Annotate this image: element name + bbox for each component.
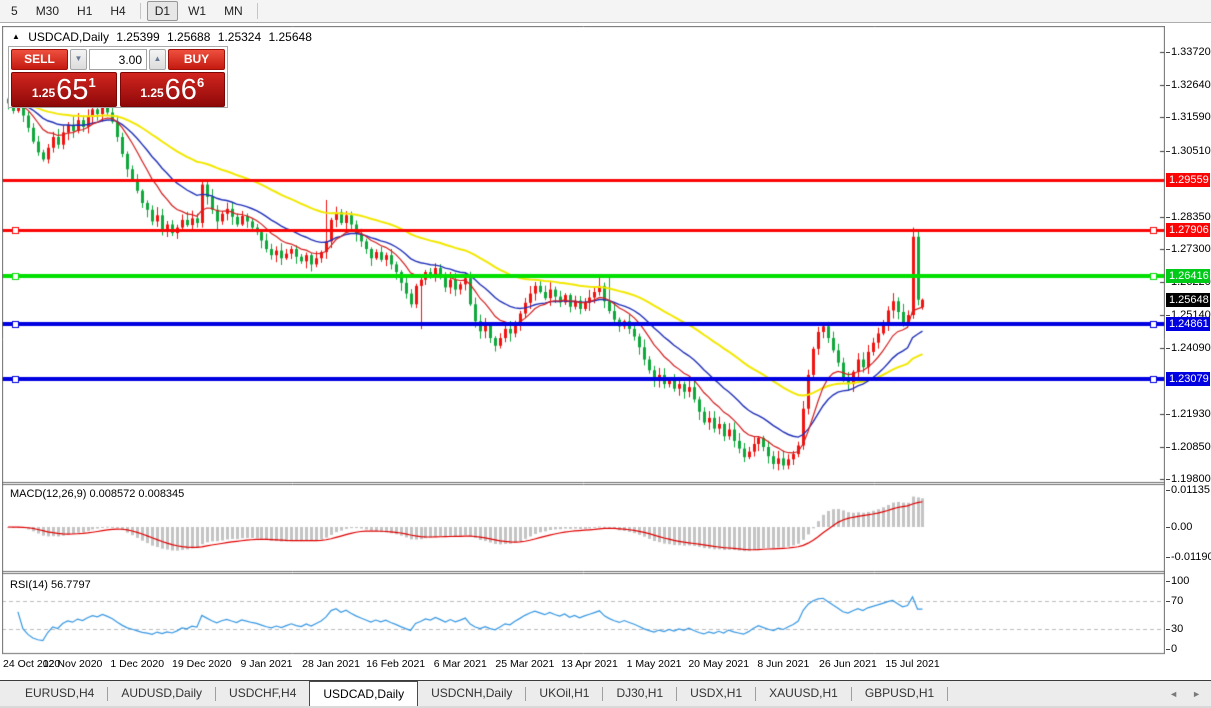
tab-scroll-left-icon[interactable]: ◄: [1169, 689, 1178, 699]
price-tick-label: 1.20850: [1166, 441, 1211, 454]
price-tick-label: 1.24090: [1166, 341, 1211, 354]
rsi-tick-label: 30: [1165, 622, 1184, 635]
chart-tab-eurusd-h4[interactable]: EURUSD,H4: [12, 681, 107, 706]
ohlc-open: 1.25399: [116, 30, 160, 44]
timeframe-button-5[interactable]: 5: [3, 1, 26, 21]
price-level-badge: 1.23079: [1166, 371, 1210, 386]
price-tick-label: 1.33720: [1166, 45, 1211, 58]
collapse-panel-icon[interactable]: ▲: [12, 32, 20, 41]
tab-scroll-arrows: ◄ ►: [1169, 681, 1211, 706]
buy-pipette: 6: [196, 75, 205, 90]
date-tick-label: 12 Nov 2020: [42, 658, 103, 670]
price-tick-label: 1.31590: [1166, 111, 1211, 124]
buy-big-figure: 1.25: [140, 86, 164, 100]
buy-price-box[interactable]: 1.25 66 6: [119, 72, 225, 107]
timeframe-button-w1[interactable]: W1: [180, 1, 214, 21]
sell-pips: 65: [56, 74, 89, 106]
date-tick-label: 15 Jul 2021: [885, 658, 940, 670]
timeframe-button-h4[interactable]: H4: [102, 1, 133, 21]
chart-tab-audusd-daily[interactable]: AUDUSD,Daily: [108, 681, 215, 706]
macd-tick-label: 0.01135: [1166, 484, 1210, 496]
price-level-badge: 1.26416: [1166, 269, 1210, 284]
buy-pips: 66: [164, 74, 197, 106]
tab-scroll-right-icon[interactable]: ►: [1192, 689, 1201, 699]
price-level-badge: 1.24861: [1166, 316, 1210, 331]
price-level-badge: 1.25648: [1166, 292, 1210, 307]
chart-tab-bar: EURUSD,H4 AUDUSD,Daily USDCHF,H4 USDCAD,Dai…: [0, 680, 1211, 706]
chart-symbol-label: USDCAD,Daily: [28, 30, 109, 44]
chart-title: ▲ USDCAD,Daily 1.25399 1.25688 1.25324 1…: [12, 30, 316, 44]
volume-decrease-button[interactable]: ▼: [70, 49, 87, 70]
price-tick-label: 1.30510: [1166, 144, 1211, 157]
timeframe-button-h1[interactable]: H1: [69, 1, 100, 21]
date-tick-label: 25 Mar 2021: [495, 658, 555, 670]
chart-tab-usdcnh-daily[interactable]: USDCNH,Daily: [418, 681, 525, 706]
date-tick-label: 26 Jun 2021: [819, 658, 877, 670]
chart-tab-dj30-h1[interactable]: DJ30,H1: [603, 681, 676, 706]
price-tick-label: 1.27300: [1166, 243, 1211, 256]
price-level-badge: 1.29559: [1166, 172, 1210, 187]
timeframe-toolbar: 5 M30 H1 H4 D1 W1 MN: [0, 0, 1211, 23]
buy-button[interactable]: BUY: [168, 49, 225, 70]
rsi-tick-label: 70: [1165, 595, 1184, 608]
chart-tab-usdchf-h4[interactable]: USDCHF,H4: [216, 681, 309, 706]
date-tick-label: 8 Jun 2021: [757, 658, 810, 670]
timeframe-button-m30[interactable]: M30: [28, 1, 67, 21]
volume-input[interactable]: [89, 49, 147, 70]
price-level-badge: 1.27906: [1166, 223, 1210, 238]
macd-tick-label: 0.00: [1165, 521, 1193, 533]
toolbar-separator: [256, 3, 258, 19]
date-tick-label: 13 Apr 2021: [561, 658, 618, 670]
chart-tab-gbpusd-h1[interactable]: GBPUSD,H1: [852, 681, 947, 706]
ohlc-high: 1.25688: [167, 30, 211, 44]
rsi-indicator-label: RSI(14) 56.7797: [10, 579, 91, 591]
sell-big-figure: 1.25: [31, 86, 56, 100]
ohlc-close: 1.25648: [268, 30, 312, 44]
date-tick-label: 1 May 2021: [626, 658, 682, 670]
chart-window: ▲ USDCAD,Daily 1.25399 1.25688 1.25324 1…: [0, 24, 1211, 680]
timeframe-button-mn[interactable]: MN: [216, 1, 251, 21]
tab-separator: [947, 686, 949, 701]
date-tick-label: 16 Feb 2021: [366, 658, 426, 670]
macd-tick-label: -0.011904: [1166, 551, 1211, 563]
chart-tab-usdcad-daily[interactable]: USDCAD,Daily: [309, 681, 419, 706]
timeframe-button-d1[interactable]: D1: [146, 1, 179, 21]
sell-pipette: 1: [88, 75, 96, 90]
sell-price-box[interactable]: 1.25 65 1: [11, 72, 117, 107]
rsi-tick-label: 100: [1165, 575, 1190, 587]
date-tick-label: 20 May 2021: [688, 658, 750, 670]
date-tick-label: 1 Dec 2020: [110, 658, 165, 670]
chart-tab-usdx-h1[interactable]: USDX,H1: [677, 681, 755, 706]
price-tick-label: 1.28350: [1166, 210, 1211, 223]
price-tick-label: 1.21930: [1166, 407, 1211, 420]
chart-tab-xauusd-h1[interactable]: XAUUSD,H1: [756, 681, 851, 706]
sell-button[interactable]: SELL: [11, 49, 68, 70]
price-chart-canvas[interactable]: [2, 26, 1165, 656]
macd-indicator-label: MACD(12,26,9) 0.008572 0.008345: [10, 488, 185, 500]
ohlc-low: 1.25324: [217, 30, 262, 44]
date-tick-label: 6 Mar 2021: [433, 658, 487, 670]
chart-tab-ukoil-h1[interactable]: UKOil,H1: [526, 681, 602, 706]
rsi-tick-label: 0: [1165, 643, 1178, 655]
date-tick-label: 9 Jan 2021: [240, 658, 293, 670]
volume-increase-button[interactable]: ▲: [149, 49, 166, 70]
toolbar-separator: [139, 3, 141, 19]
date-tick-label: 19 Dec 2020: [172, 658, 232, 670]
one-click-trade-panel: SELL ▼ ▲ BUY 1.25 65 1 1.25 66 6: [8, 46, 228, 108]
price-axis: 1.33720 1.32640 1.31590 1.30510 1.28350 1.273…: [1165, 24, 1211, 680]
date-tick-label: 28 Jan 2021: [302, 658, 360, 670]
price-tick-label: 1.32640: [1166, 79, 1211, 92]
